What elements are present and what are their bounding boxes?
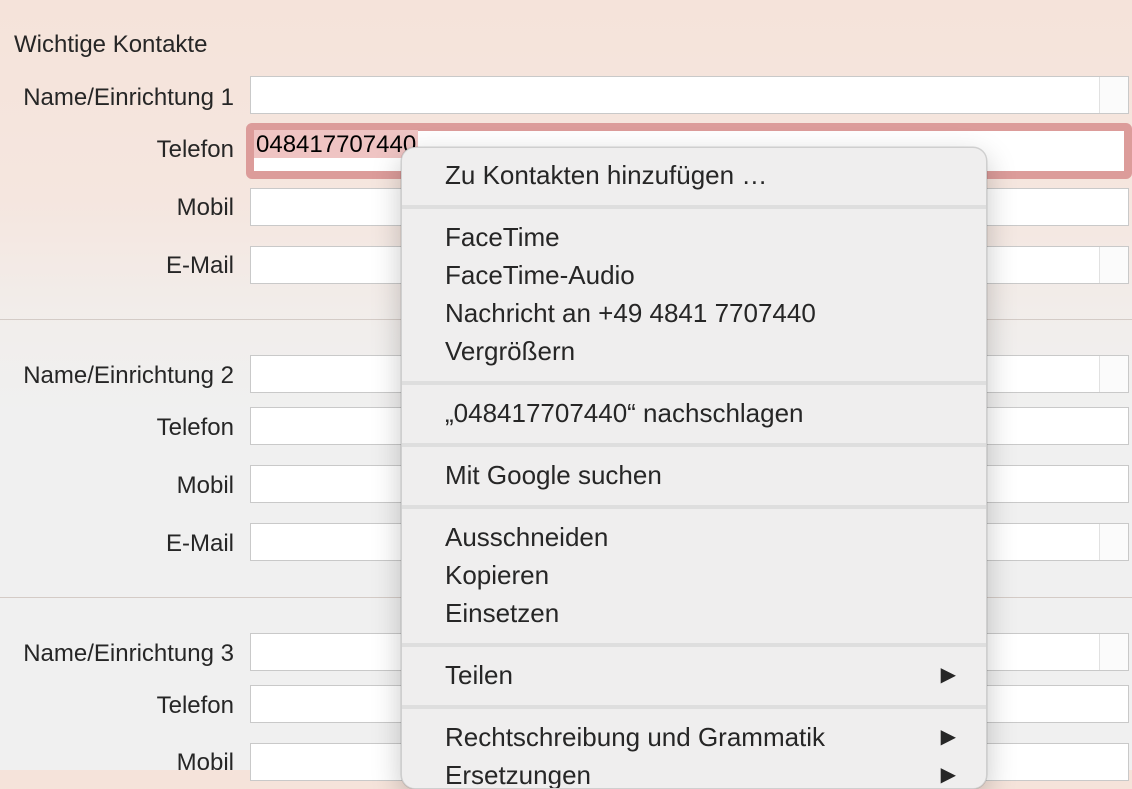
menu-item-facetime[interactable]: FaceTime <box>445 222 956 252</box>
name-field-1[interactable] <box>250 76 1129 114</box>
email-label-1: E-Mail <box>165 252 234 279</box>
menu-item-enlarge[interactable]: Vergrößern <box>445 336 956 366</box>
phone-label-2: Telefon <box>156 414 234 441</box>
menu-item-paste[interactable]: Einsetzen <box>445 598 956 628</box>
name-field-3-dropdown[interactable] <box>1099 634 1128 670</box>
menu-item-substitutions-label: Ersetzungen <box>445 760 591 789</box>
menu-item-google-search[interactable]: Mit Google suchen <box>445 460 956 490</box>
menu-separator <box>402 205 986 209</box>
name-field-2-dropdown[interactable] <box>1099 356 1128 392</box>
context-menu: Zu Kontakten hinzufügen … FaceTime FaceT… <box>401 147 987 789</box>
mobile-label-1: Mobil <box>176 194 234 221</box>
submenu-arrow-icon: ▶ <box>940 726 956 748</box>
submenu-arrow-icon: ▶ <box>940 764 956 786</box>
menu-item-share-label: Teilen <box>445 660 513 690</box>
menu-separator <box>402 705 986 709</box>
menu-separator <box>402 381 986 385</box>
email-field-2-dropdown[interactable] <box>1099 524 1128 560</box>
menu-item-add-to-contacts[interactable]: Zu Kontakten hinzufügen … <box>445 160 956 190</box>
menu-item-facetime-audio[interactable]: FaceTime-Audio <box>445 260 956 290</box>
name-field-1-dropdown[interactable] <box>1099 77 1128 113</box>
menu-separator <box>402 643 986 647</box>
email-field-1-dropdown[interactable] <box>1099 247 1128 283</box>
menu-item-lookup[interactable]: „048417707440“ nachschlagen <box>445 398 956 428</box>
phone-label-3: Telefon <box>156 692 234 719</box>
mobile-label-3: Mobil <box>176 749 234 776</box>
menu-item-spelling[interactable]: Rechtschreibung und Grammatik ▶ <box>445 722 956 752</box>
name-label-2: Name/Einrichtung 2 <box>23 362 234 389</box>
menu-item-copy[interactable]: Kopieren <box>445 560 956 590</box>
phone-field-1-selected-text[interactable]: 048417707440 <box>254 130 419 158</box>
submenu-arrow-icon: ▶ <box>940 664 956 686</box>
menu-separator <box>402 505 986 509</box>
menu-item-cut[interactable]: Ausschneiden <box>445 522 956 552</box>
email-label-2: E-Mail <box>165 530 234 557</box>
menu-separator <box>402 443 986 447</box>
section-title: Wichtige Kontakte <box>14 31 208 58</box>
menu-item-message[interactable]: Nachricht an +49 4841 7707440 <box>445 298 956 328</box>
menu-item-share[interactable]: Teilen ▶ <box>445 660 956 690</box>
menu-item-spelling-label: Rechtschreibung und Grammatik <box>445 722 826 752</box>
name-label-1: Name/Einrichtung 1 <box>23 84 234 111</box>
mobile-label-2: Mobil <box>176 472 234 499</box>
menu-item-substitutions[interactable]: Ersetzungen ▶ <box>445 760 956 789</box>
phone-label-1: Telefon <box>156 136 234 163</box>
name-label-3: Name/Einrichtung 3 <box>23 640 234 667</box>
